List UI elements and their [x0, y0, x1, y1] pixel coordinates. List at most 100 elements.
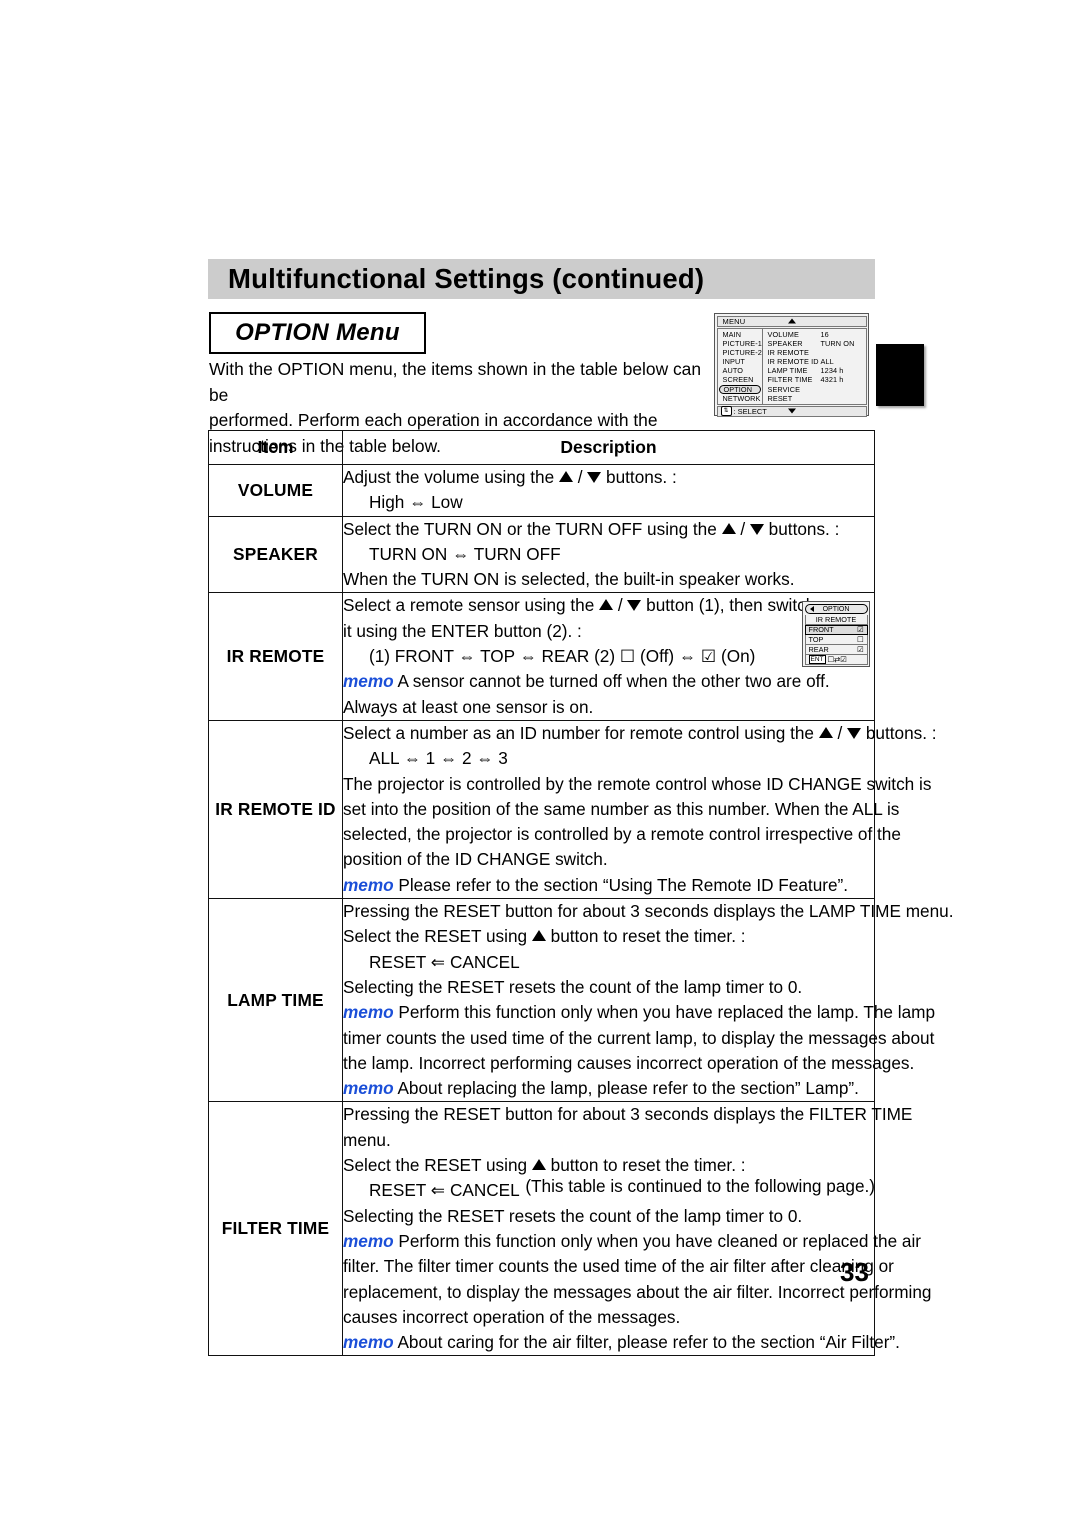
osd-setting-key: SPEAKER — [767, 338, 803, 348]
osd-menu-item-picture-2: PICTURE-2 — [722, 347, 762, 357]
desc-line: Pressing the RESET button for about 3 se… — [343, 901, 954, 922]
osd-ir-remote-illustration: OPTION IR REMOTE FRONT ☑ TOP ☐ REAR ☑ EN… — [802, 601, 870, 668]
osd-menu-item-auto: AUTO — [722, 366, 744, 376]
desc-line: Select the TURN ON or the TURN OFF using… — [343, 518, 840, 539]
desc-line: memo Please refer to the section “Using … — [343, 874, 849, 895]
chapter-header-bar: Multifunctional Settings (continued) — [208, 259, 875, 299]
osd-menu-item-input: INPUT — [722, 357, 745, 367]
osd-setting-row-speaker: SPEAKER TURN ON — [763, 339, 866, 348]
page-number: 33 — [840, 1257, 869, 1287]
memo-label: memo — [343, 874, 394, 895]
osd-menu-item-main: MAIN — [722, 329, 742, 339]
desc-line: memo Perform this function only when you… — [343, 1230, 922, 1251]
osd-setting-value: ALL — [820, 357, 834, 367]
osd-ir-row-rear: REAR ☑ — [804, 645, 868, 655]
osd-ir-enter-hint: ENT ☐⇄☑ — [804, 654, 868, 665]
desc-line: selected, the projector is controlled by… — [343, 824, 901, 845]
osd-setting-row-volume: VOLUME 16 — [763, 330, 866, 339]
osd-setting-value: 4321 h — [820, 375, 844, 385]
osd-ir-row-front: FRONT ☑ — [804, 624, 868, 635]
osd-setting-row-ir-remote-id: IR REMOTE ID ALL — [763, 357, 866, 366]
desc-line: memo A sensor cannot be turned off when … — [343, 671, 830, 692]
osd-footer-label: : SELECT — [733, 406, 767, 416]
osd-setting-key: SERVICE — [767, 384, 801, 394]
osd-setting-key: RESET — [767, 393, 793, 403]
table-row: LAMP TIME Pressing the RESET button for … — [208, 898, 954, 1103]
osd-setting-value: 1234 h — [820, 366, 844, 376]
desc-line: the lamp. Incorrect performing causes in… — [343, 1052, 915, 1073]
row-item-ir-remote: IR REMOTE — [208, 592, 343, 721]
row-item-ir-remote-id: IR REMOTE ID — [208, 719, 343, 900]
up-button-icon — [531, 930, 546, 942]
section-title: OPTION Menu — [235, 319, 400, 346]
row-description-lamp-time: Pressing the RESET button for about 3 se… — [342, 898, 954, 1103]
osd-ir-back-header: OPTION — [804, 603, 868, 614]
row-item-volume: VOLUME — [208, 464, 343, 517]
checkbox-unchecked-icon: ☐ — [856, 634, 864, 644]
osd-setting-key: IR REMOTE — [767, 347, 809, 357]
select-cursor-icon: ⇅ — [720, 406, 732, 416]
desc-line: filter. The filter timer counts the used… — [343, 1256, 894, 1277]
osd-setting-value: TURN ON — [820, 338, 855, 348]
row-item-filter-time: FILTER TIME — [208, 1101, 343, 1357]
desc-line: memo About replacing the lamp, please re… — [343, 1078, 859, 1099]
desc-line: ALL ⇔ 1 ⇔ 2 ⇔ 3 — [369, 748, 508, 769]
column-header-item: Item — [208, 430, 343, 465]
back-arrow-icon — [809, 605, 814, 612]
desc-line: TURN ON ⇔ TURN OFF — [369, 543, 561, 564]
manual-page: Multifunctional Settings (continued) OPT… — [0, 0, 1080, 1528]
memo-label: memo — [343, 1332, 394, 1353]
desc-line: timer counts the used time of the curren… — [343, 1027, 935, 1048]
osd-setting-row-lamp-time: LAMP TIME 1234 h — [763, 366, 866, 375]
osd-ir-row-label: TOP — [808, 634, 824, 644]
down-button-icon — [847, 727, 862, 739]
desc-line: When the TURN ON is selected, the built-… — [343, 569, 795, 590]
intro-line-1: With the OPTION menu, the items shown in… — [209, 359, 701, 405]
scroll-up-arrow-icon — [787, 318, 796, 324]
osd-setting-row-ir-remote: IR REMOTE — [763, 348, 866, 357]
column-header-description: Description — [342, 430, 875, 465]
desc-line: position of the ID CHANGE switch. — [343, 849, 608, 870]
osd-titlebar: MENU — [716, 315, 867, 327]
row-item-speaker: SPEAKER — [208, 515, 343, 594]
enter-button-icon: ENT — [808, 654, 826, 665]
memo-label: memo — [343, 1002, 394, 1023]
osd-menu-left-column: MAIN PICTURE-1 PICTURE-2 INPUT AUTO SCRE… — [716, 327, 763, 405]
desc-line: Always at least one sensor is on. — [343, 696, 594, 717]
desc-line: Selecting the RESET resets the count of … — [343, 1205, 803, 1226]
desc-line: it using the ENTER button (2). : — [343, 620, 582, 641]
section-title-box: OPTION Menu — [209, 312, 426, 354]
desc-line: Select the RESET using button to reset t… — [343, 1155, 746, 1176]
memo-label: memo — [343, 671, 394, 692]
checkbox-checked-icon: ☑ — [856, 625, 864, 635]
up-button-icon — [558, 471, 573, 482]
desc-line: Pressing the RESET button for about 3 se… — [343, 1104, 913, 1125]
desc-line: The projector is controlled by the remot… — [343, 773, 932, 794]
osd-ir-row-label: FRONT — [808, 625, 834, 635]
down-button-icon — [749, 523, 764, 535]
scroll-down-arrow-icon — [787, 408, 796, 414]
up-button-icon — [818, 726, 833, 738]
osd-setting-value: 16 — [820, 329, 829, 339]
osd-ir-title: IR REMOTE — [804, 614, 868, 625]
row-description-speaker: Select the TURN ON or the TURN OFF using… — [342, 515, 875, 594]
edge-index-tab — [876, 344, 924, 406]
down-button-icon — [587, 472, 602, 483]
osd-setting-key: FILTER TIME — [767, 375, 813, 385]
desc-line: memo Perform this function only when you… — [343, 1002, 936, 1023]
osd-setting-key: VOLUME — [767, 329, 799, 339]
table-continued-note: (This table is continued to the followin… — [525, 1176, 875, 1196]
desc-line: memo About caring for the air filter, pl… — [343, 1332, 900, 1353]
desc-line: causes incorrect operation of the messag… — [343, 1306, 681, 1327]
row-item-lamp-time: LAMP TIME — [208, 898, 343, 1103]
osd-footer: ⇅ : SELECT — [716, 405, 867, 417]
osd-body: MAIN PICTURE-1 PICTURE-2 INPUT AUTO SCRE… — [716, 327, 867, 405]
desc-line: (1) FRONT ⇔ TOP ⇔ REAR (2) ☐ (Off) ⇔ ☑ (… — [369, 646, 756, 667]
up-button-icon — [599, 599, 614, 611]
desc-line: RESET ⇐ CANCEL — [369, 951, 520, 972]
osd-menu-item-screen: SCREEN — [722, 375, 754, 385]
desc-line: Select a remote sensor using the / butto… — [343, 595, 816, 616]
desc-line: Select the RESET using button to reset t… — [343, 926, 746, 947]
osd-setting-key: LAMP TIME — [767, 366, 808, 376]
table-row: FILTER TIME Pressing the RESET button fo… — [208, 1101, 932, 1357]
